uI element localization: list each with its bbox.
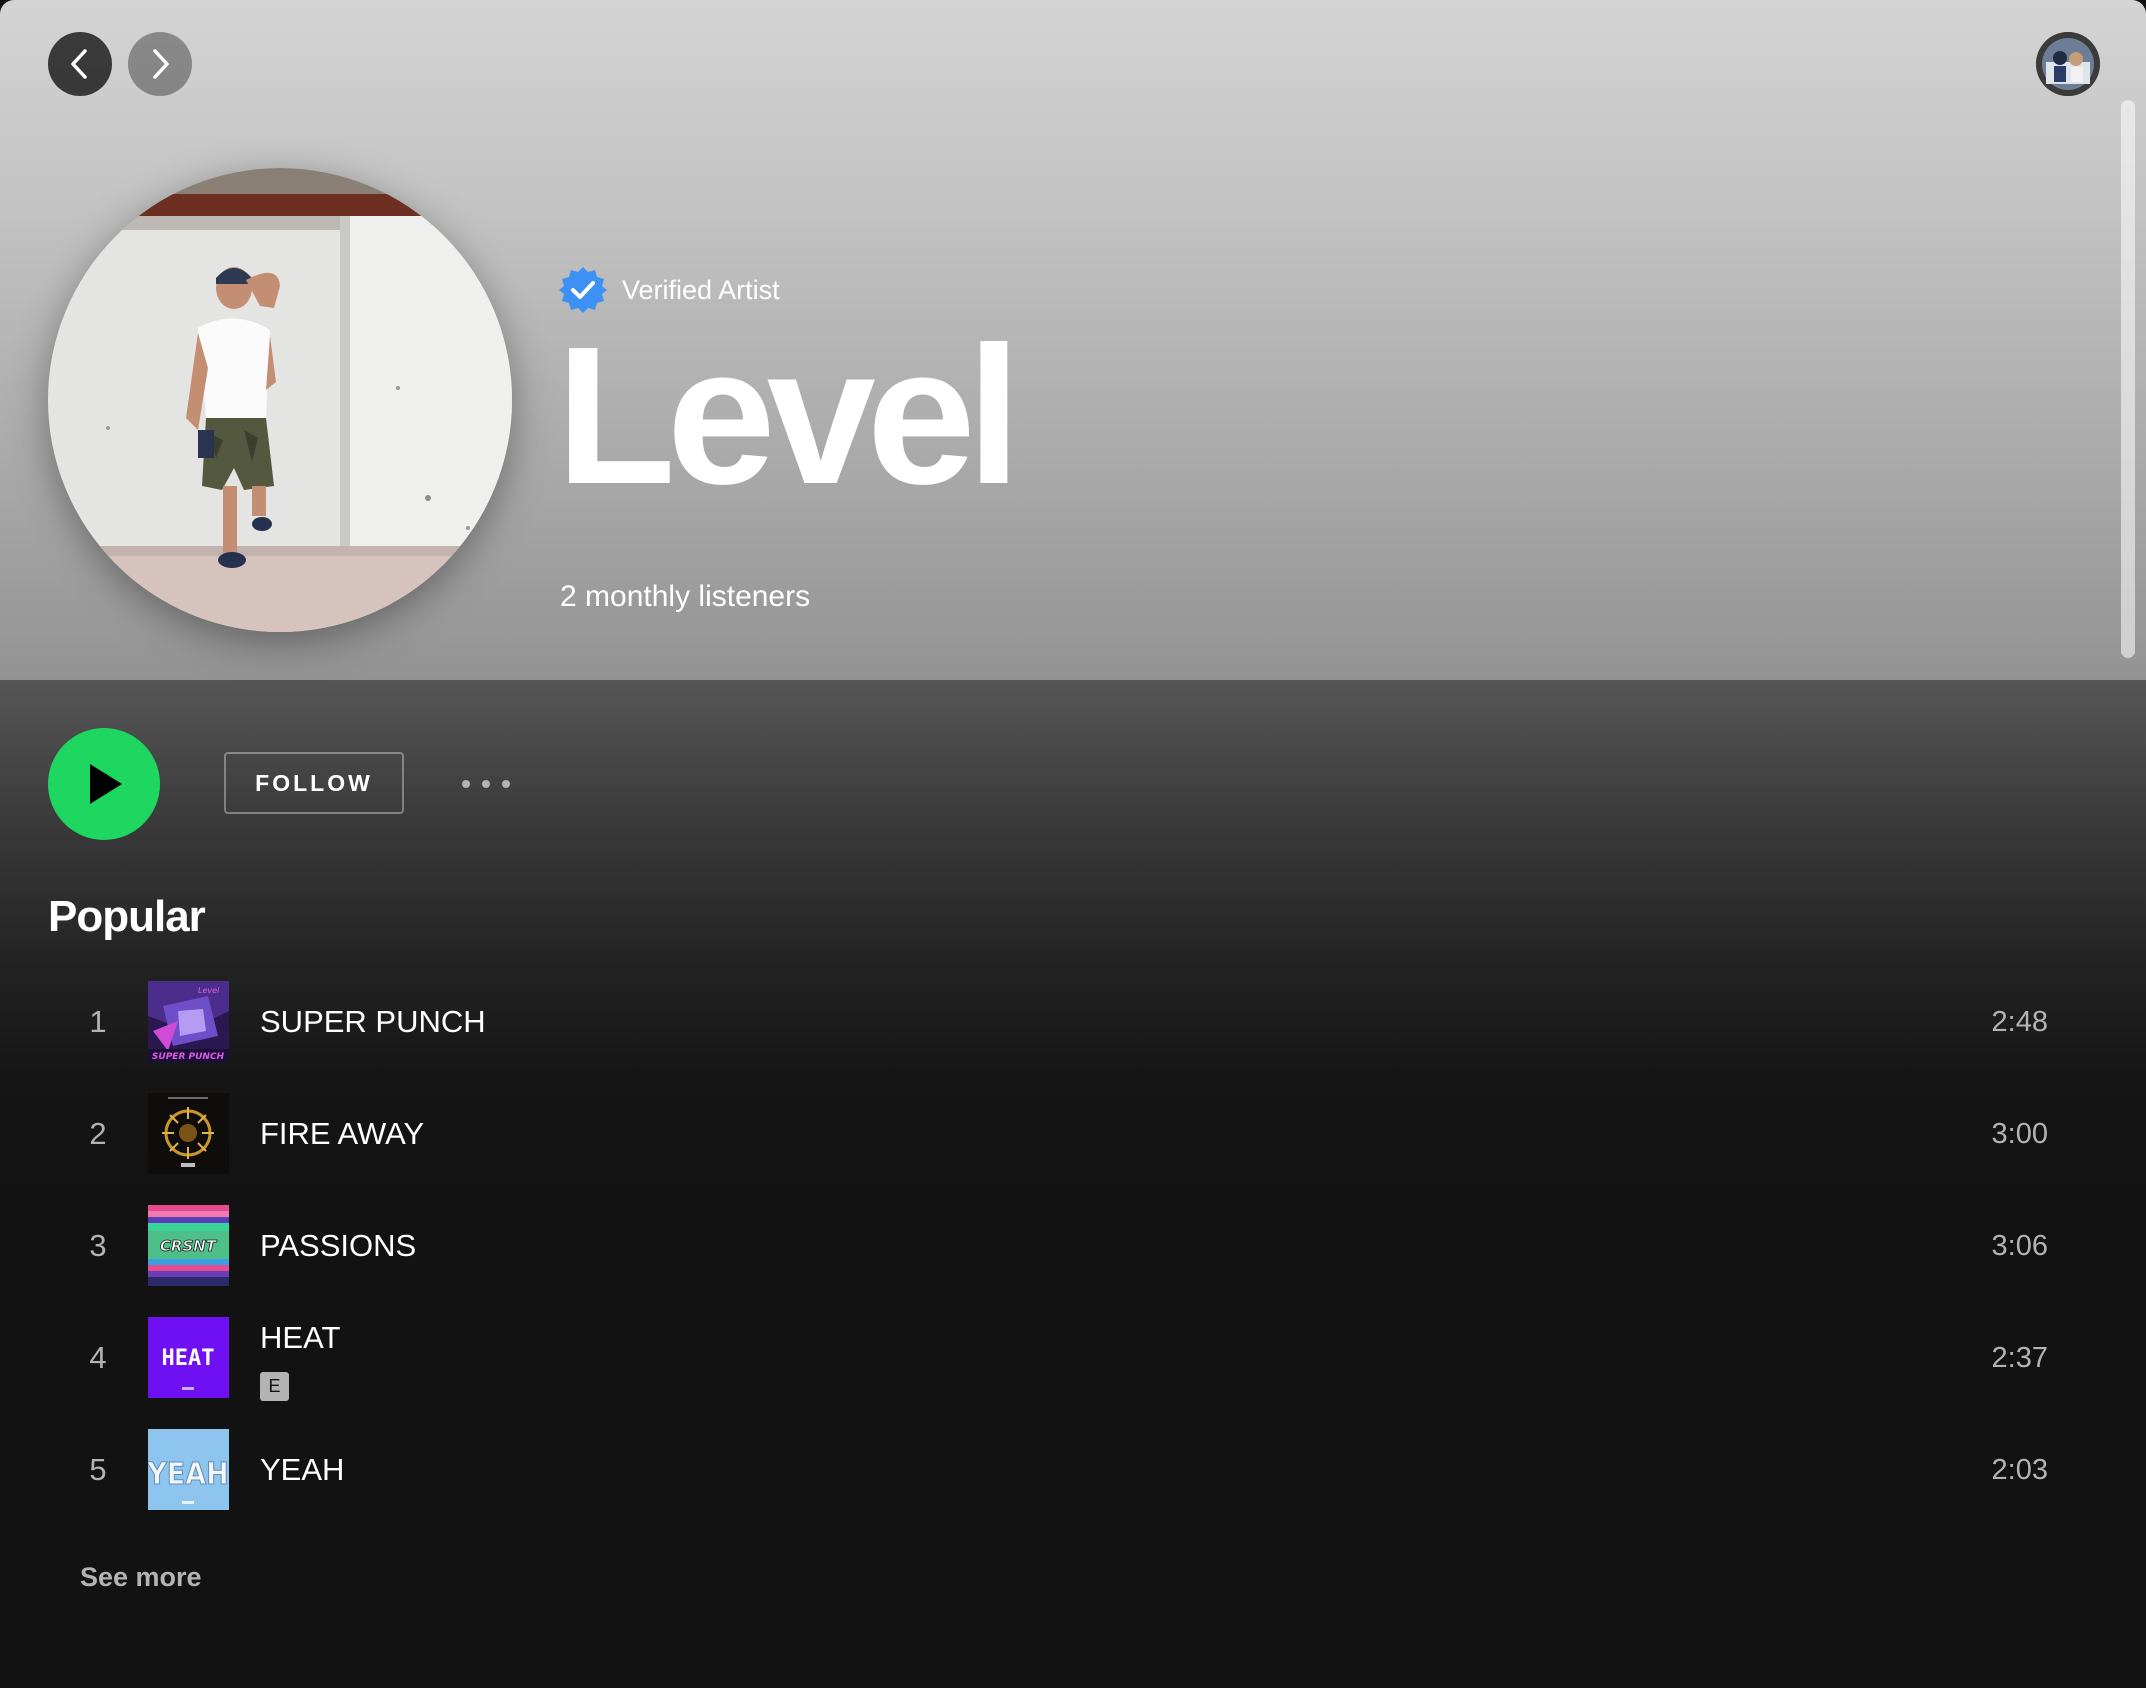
track-number: 2 [89, 1116, 107, 1151]
super-punch-cover: SUPER PUNCH Level [148, 981, 229, 1062]
track-number: 5 [89, 1452, 107, 1487]
passions-cover: CRSNT [148, 1205, 229, 1286]
track-title[interactable]: SUPER PUNCH [260, 976, 486, 1068]
artist-photo [48, 168, 512, 632]
track-duration: 3:06 [1991, 1230, 2048, 1262]
track-title[interactable]: FIRE AWAY [260, 1088, 424, 1180]
verified-artist-label: Verified Artist [622, 274, 780, 305]
yeah-cover: YEAH [148, 1429, 229, 1510]
track-title[interactable]: HEAT [260, 1320, 340, 1356]
more-options-button[interactable] [454, 764, 518, 804]
artist-page: Verified Artist Level 2 monthly listener… [0, 0, 2146, 1688]
track-number: 3 [89, 1228, 107, 1263]
explicit-badge: E [260, 1372, 289, 1401]
more-dots-icon [462, 780, 510, 788]
forward-button[interactable] [128, 32, 192, 96]
follow-button[interactable]: FOLLOW [224, 752, 404, 814]
scrollbar[interactable] [2121, 100, 2135, 658]
track-row[interactable]: 4 HEAT HEAT E 2:37 [48, 1312, 2048, 1404]
svg-text:SUPER PUNCH: SUPER PUNCH [152, 1052, 225, 1062]
track-number: 1 [89, 1004, 107, 1039]
monthly-listeners: 2 monthly listeners [560, 580, 811, 613]
artist-name: Level [556, 306, 1021, 525]
svg-text:CRSNT: CRSNT [160, 1237, 218, 1255]
track-number: 4 [89, 1340, 107, 1375]
play-icon [90, 764, 122, 804]
fire-away-cover [148, 1093, 229, 1174]
track-row[interactable]: 2 FIRE AWAY 3:00 [48, 1088, 2048, 1180]
back-button[interactable] [48, 32, 112, 96]
svg-text:HEAT: HEAT [162, 1346, 215, 1371]
user-avatar-image [2036, 32, 2100, 96]
track-duration: 2:03 [1991, 1454, 2048, 1486]
track-duration: 2:37 [1991, 1342, 2048, 1374]
chevron-right-icon [153, 49, 169, 79]
track-duration: 2:48 [1991, 1006, 2048, 1038]
user-avatar[interactable] [2036, 32, 2100, 96]
svg-text:YEAH: YEAH [148, 1457, 229, 1492]
track-row[interactable]: 3 CRSNT PASSIONS 3:06 [48, 1200, 2048, 1292]
track-row[interactable]: 5 YEAH YEAH 2:03 [48, 1424, 2048, 1516]
svg-text:Level: Level [198, 986, 220, 995]
play-button[interactable] [48, 728, 160, 840]
see-more-button[interactable]: See more [80, 1562, 202, 1593]
popular-section-title: Popular [48, 892, 206, 941]
track-duration: 3:00 [1991, 1118, 2048, 1150]
chevron-left-icon [71, 49, 87, 79]
track-title[interactable]: YEAH [260, 1424, 344, 1516]
content-background [0, 680, 2146, 1688]
track-row[interactable]: 1 SUPER PUNCH Level SUPER PUNCH 2:48 [48, 976, 2048, 1068]
heat-cover: HEAT [148, 1317, 229, 1398]
track-title[interactable]: PASSIONS [260, 1200, 416, 1292]
